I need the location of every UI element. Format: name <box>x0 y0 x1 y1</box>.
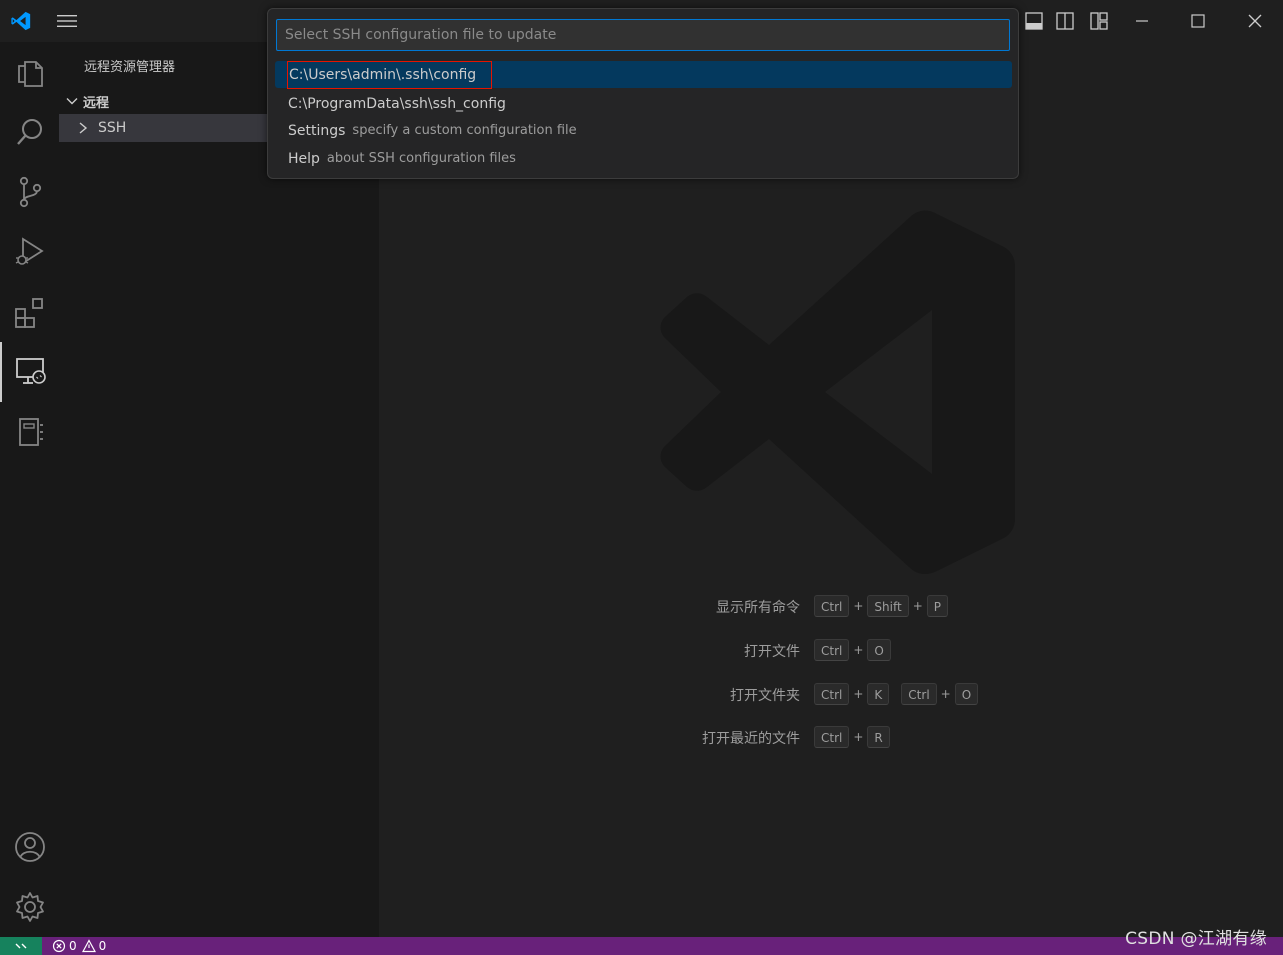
key: P <box>926 595 949 617</box>
item-description: specify a custom configuration file <box>352 123 577 138</box>
accounts-icon[interactable] <box>0 817 59 877</box>
extensions-icon[interactable] <box>0 282 59 342</box>
plus-sign: + <box>853 599 864 613</box>
notebook-icon[interactable] <box>0 402 59 462</box>
key: R <box>867 726 890 748</box>
maximize-icon[interactable] <box>1186 0 1210 42</box>
sidebar-title: 远程资源管理器 <box>84 60 176 75</box>
plus-sign: + <box>853 730 864 744</box>
plus-sign: + <box>912 599 923 613</box>
quick-pick-item[interactable]: C:\Users\admin\.ssh\config <box>275 60 1012 89</box>
plus-sign: + <box>853 687 864 701</box>
key: K <box>867 683 890 705</box>
status-bar: 0 0 <box>0 937 1283 955</box>
item-description: about SSH configuration files <box>326 151 516 166</box>
item-label: C:\ProgramData\ssh\ssh_config <box>288 95 506 112</box>
shortcut-keys: Ctrl + R <box>814 725 890 749</box>
highlight-box: C:\Users\admin\.ssh\config <box>287 60 493 89</box>
shortcut-row: 打开文件 Ctrl + O <box>379 638 1283 662</box>
quick-pick-input[interactable] <box>276 19 1010 51</box>
plus-sign: + <box>853 643 864 657</box>
error-icon <box>52 939 66 953</box>
shortcut-label: 打开文件夹 <box>730 688 800 704</box>
shortcut-keys: Ctrl + O <box>814 638 891 662</box>
shortcut-label: 显示所有命令 <box>716 600 800 616</box>
explorer-icon[interactable] <box>0 42 59 102</box>
quick-pick: C:\Users\admin\.ssh\config C:\ProgramDat… <box>267 8 1019 179</box>
item-label: Settings <box>288 122 346 139</box>
search-icon[interactable] <box>0 102 59 162</box>
chevron-right-icon <box>77 121 89 135</box>
hamburger-menu-icon[interactable] <box>54 0 80 42</box>
shortcut-row: 打开文件夹 Ctrl + K Ctrl + O <box>379 682 1283 706</box>
remote-indicator-icon[interactable] <box>0 937 42 955</box>
run-debug-icon[interactable] <box>0 222 59 282</box>
settings-gear-icon[interactable] <box>0 877 59 937</box>
error-count: 0 <box>69 939 77 953</box>
csdn-watermark: CSDN @江湖有缘 <box>1125 929 1267 949</box>
key: Ctrl <box>901 683 937 705</box>
key: Shift <box>867 595 909 617</box>
toggle-panel-icon[interactable] <box>1022 0 1046 42</box>
quick-pick-item[interactable]: C:\ProgramData\ssh\ssh_config <box>275 90 1012 117</box>
shortcut-keys: Ctrl + Shift + P <box>814 594 949 618</box>
key: Ctrl <box>814 726 850 748</box>
key: Ctrl <box>814 595 850 617</box>
chevron-down-icon <box>65 94 79 108</box>
problems-indicator[interactable]: 0 0 <box>52 937 106 955</box>
warning-count: 0 <box>98 939 107 953</box>
shortcut-label: 打开最近的文件 <box>702 731 800 747</box>
key: O <box>954 683 979 705</box>
shortcut-label: 打开文件 <box>744 644 800 660</box>
quick-pick-item[interactable]: Help about SSH configuration files <box>275 145 1012 172</box>
item-label: C:\Users\admin\.ssh\config <box>289 66 477 83</box>
key: O <box>867 639 891 661</box>
tree-item-label: SSH <box>98 120 127 136</box>
shortcut-row: 显示所有命令 Ctrl + Shift + P <box>379 594 1283 618</box>
remote-explorer-icon[interactable] <box>0 342 59 402</box>
shortcut-keys: Ctrl + K Ctrl + O <box>814 682 979 706</box>
customize-layout-icon[interactable] <box>1087 0 1111 42</box>
vscode-logo-icon <box>8 0 34 42</box>
toggle-secondary-sidebar-icon[interactable] <box>1053 0 1077 42</box>
shortcut-row: 打开最近的文件 Ctrl + R <box>379 725 1283 749</box>
minimize-icon[interactable] <box>1130 0 1154 42</box>
section-label: 远程 <box>83 95 110 111</box>
source-control-icon[interactable] <box>0 162 59 222</box>
vscode-watermark-icon <box>659 210 1015 579</box>
key: Ctrl <box>814 683 850 705</box>
key: Ctrl <box>814 639 850 661</box>
close-icon[interactable] <box>1243 0 1267 42</box>
plus-sign: + <box>940 687 951 701</box>
quick-pick-item[interactable]: Settings specify a custom configuration … <box>275 117 1012 144</box>
activity-bar <box>0 42 59 937</box>
warning-icon <box>81 939 96 953</box>
item-label: Help <box>288 150 320 167</box>
